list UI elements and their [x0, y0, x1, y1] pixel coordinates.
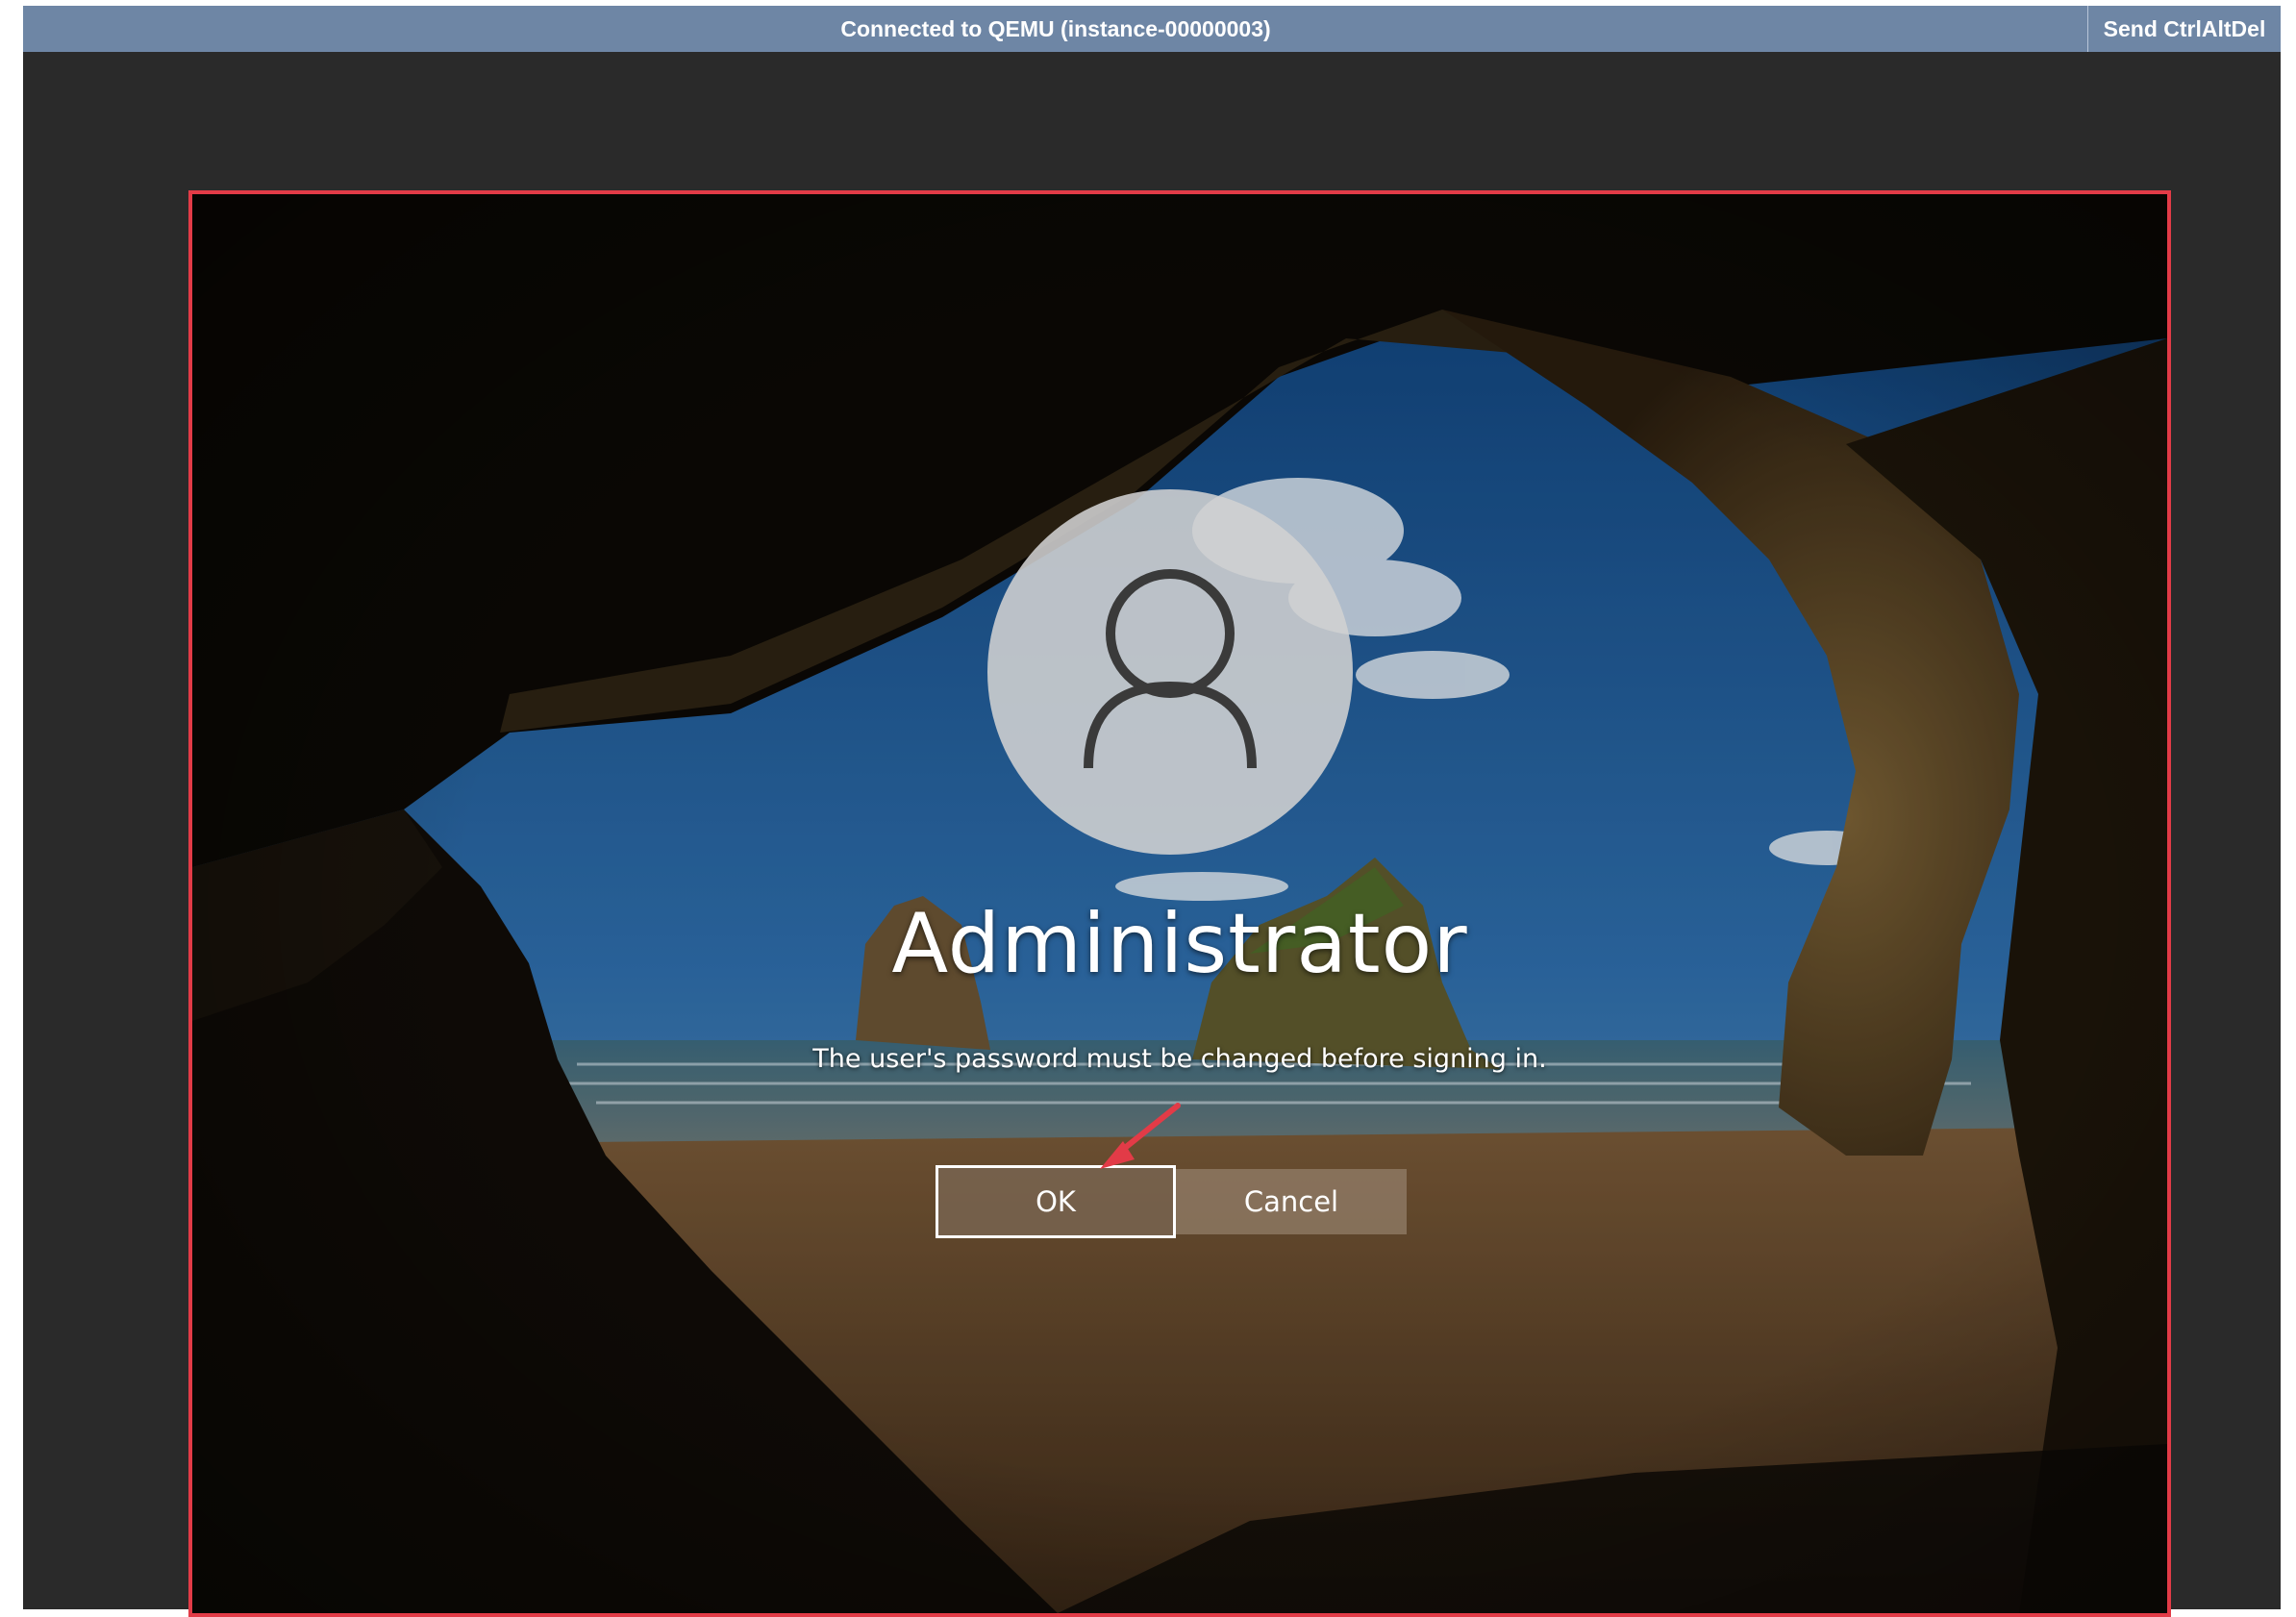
- send-ctrl-alt-del-button[interactable]: Send CtrlAltDel: [2087, 6, 2281, 52]
- username-label: Administrator: [891, 896, 1468, 992]
- user-avatar: [987, 489, 1353, 855]
- vnc-console: Connected to QEMU (instance-00000003) Se…: [23, 6, 2281, 1617]
- connection-status: Connected to QEMU (instance-00000003): [840, 16, 1271, 41]
- cancel-button[interactable]: Cancel: [1176, 1169, 1407, 1234]
- user-silhouette-icon: [1084, 569, 1257, 769]
- remote-screen[interactable]: Administrator The user's password must b…: [188, 190, 2171, 1617]
- password-change-message: The user's password must be changed befo…: [812, 1044, 1547, 1074]
- vnc-status-bar: Connected to QEMU (instance-00000003) Se…: [23, 6, 2281, 52]
- ok-button[interactable]: OK: [936, 1165, 1176, 1238]
